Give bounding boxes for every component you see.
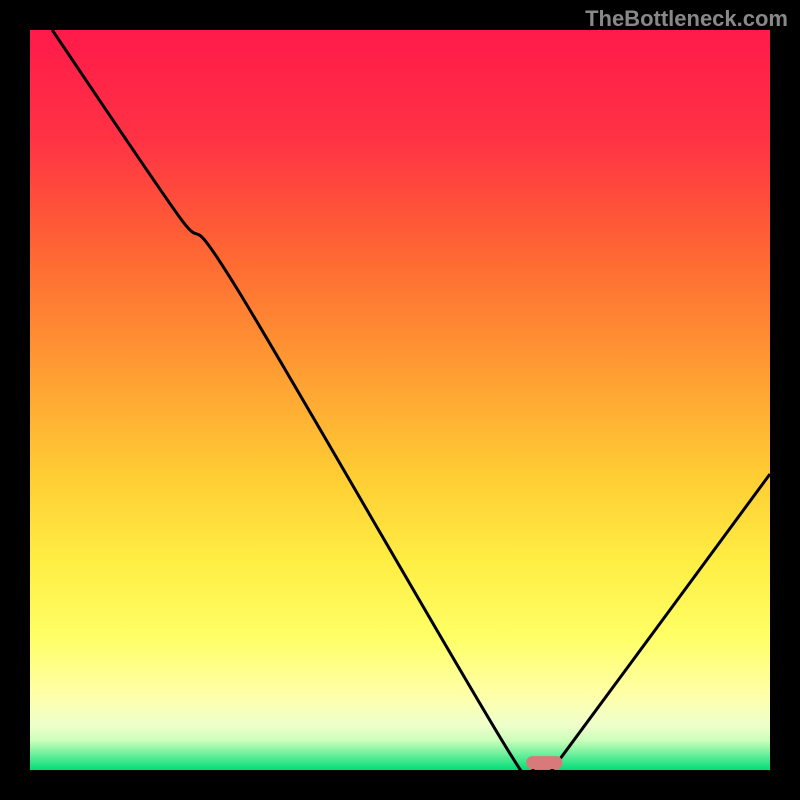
chart-background [30,30,770,770]
optimal-marker [526,756,562,769]
watermark-text: TheBottleneck.com [585,6,788,32]
chart-container: TheBottleneck.com [0,0,800,800]
bottleneck-chart [0,0,800,800]
